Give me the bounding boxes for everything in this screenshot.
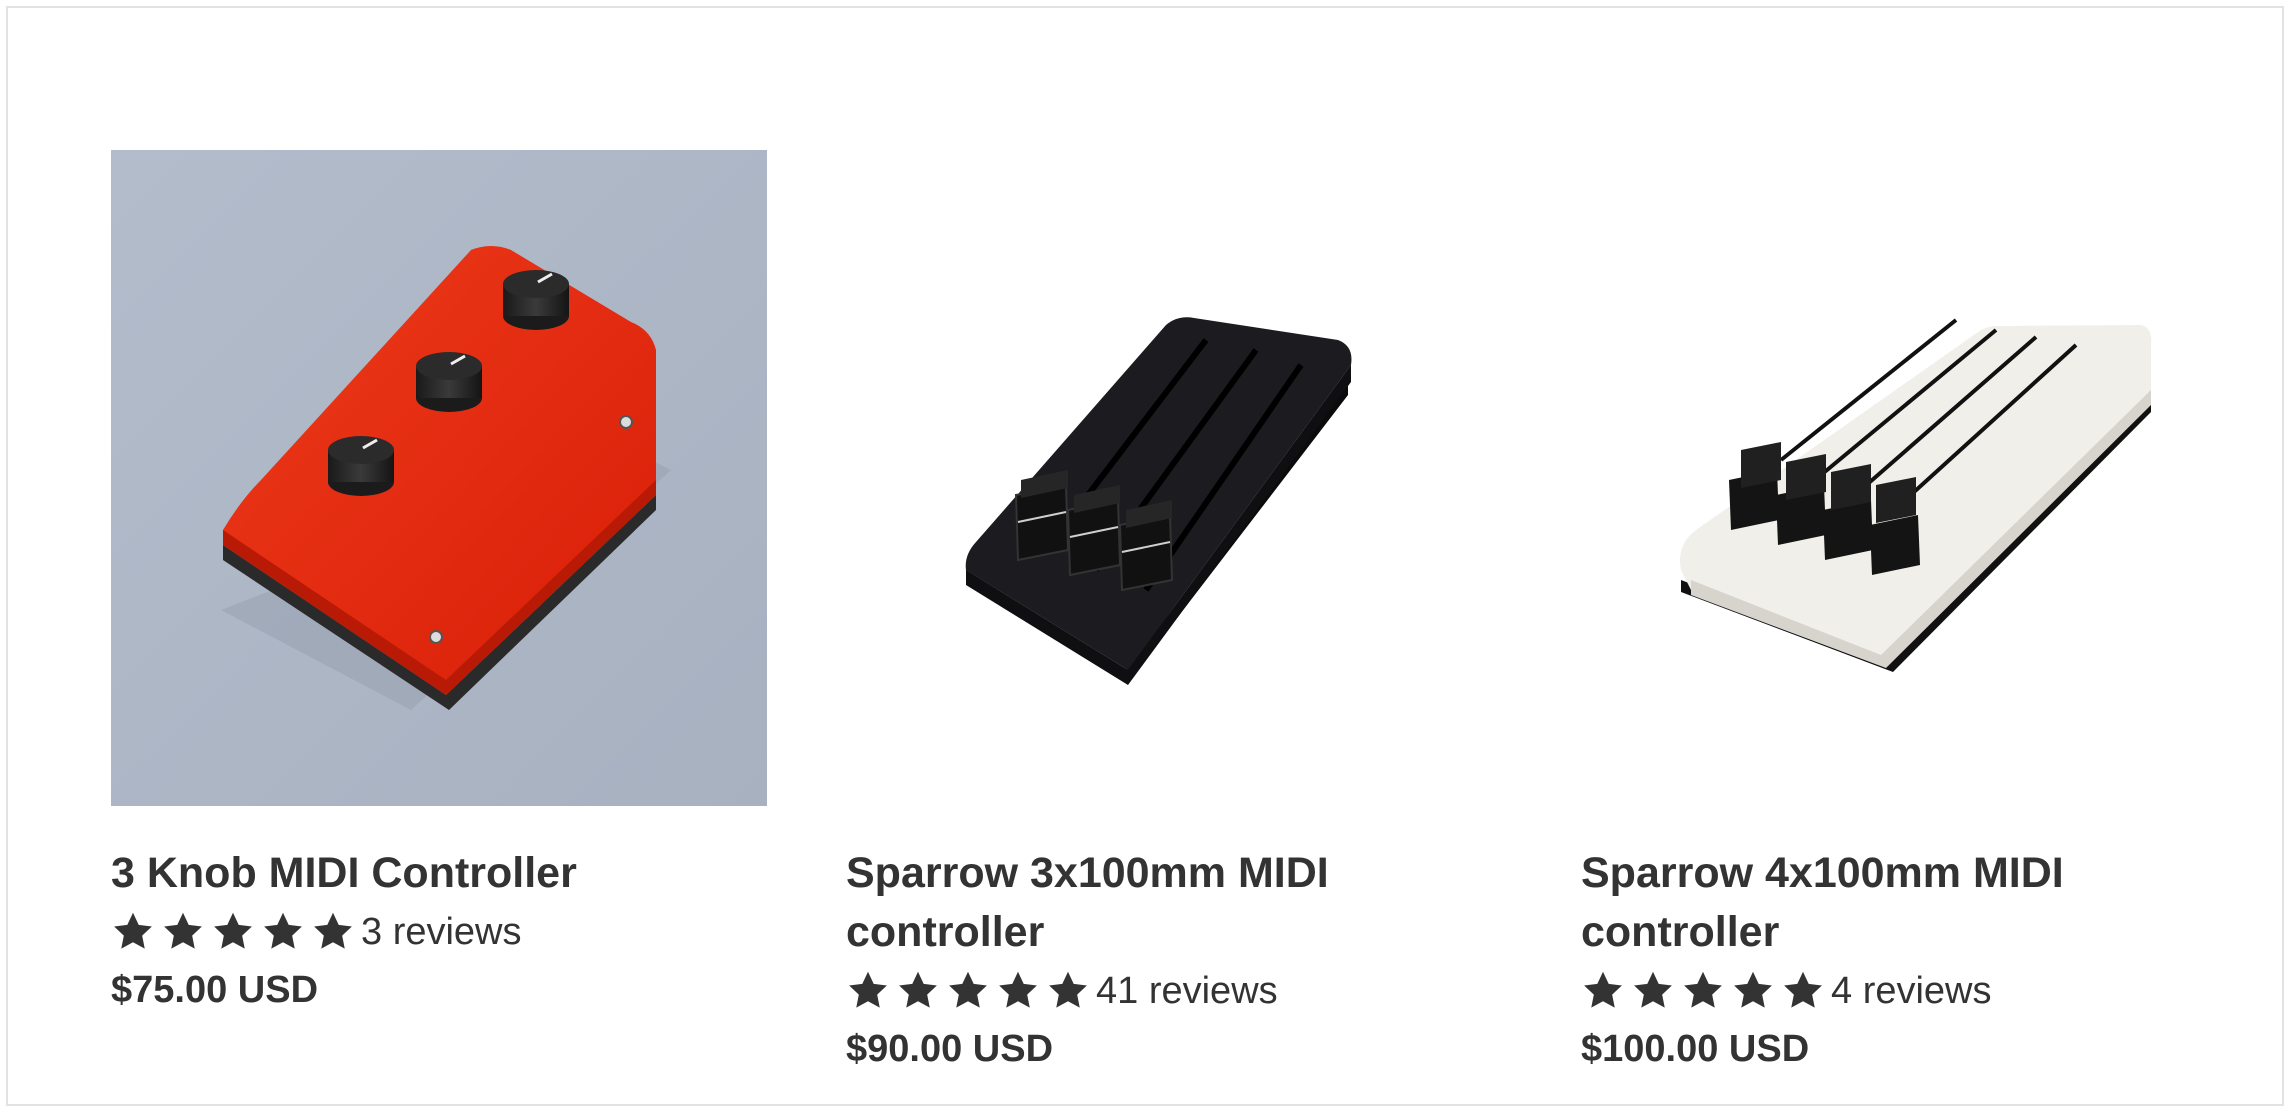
product-card[interactable]: Sparrow 3x100mm MIDI controller 41 revie… <box>846 150 1506 1078</box>
product-card[interactable]: 3 Knob MIDI Controller 3 reviews $75.00 … <box>111 150 771 1019</box>
product-image-link[interactable] <box>1581 150 2237 806</box>
reviews-count: 41 reviews <box>1096 969 1278 1012</box>
reviews-count: 4 reviews <box>1831 969 1992 1012</box>
product-rating: 3 reviews <box>111 903 771 961</box>
product-price: $75.00 USD <box>111 969 319 1011</box>
star-icon <box>1581 969 1625 1013</box>
star-icon <box>1046 969 1090 1013</box>
product-image-link[interactable] <box>111 150 767 806</box>
star-icon <box>161 910 205 954</box>
star-icon <box>1781 969 1825 1013</box>
star-icon <box>211 910 255 954</box>
star-icon <box>1681 969 1725 1013</box>
star-icon <box>1631 969 1675 1013</box>
product-title[interactable]: Sparrow 3x100mm MIDI controller <box>846 844 1486 962</box>
star-rating <box>846 969 1090 1013</box>
star-icon <box>896 969 940 1013</box>
white-fader-controller-image <box>1581 150 2237 806</box>
star-rating <box>1581 969 1825 1013</box>
reviews-count: 3 reviews <box>361 910 522 953</box>
product-price: $90.00 USD <box>846 1028 1054 1070</box>
star-rating <box>111 910 355 954</box>
product-title[interactable]: 3 Knob MIDI Controller <box>111 844 751 903</box>
product-grid-frame: 3 Knob MIDI Controller 3 reviews $75.00 … <box>6 6 2284 1106</box>
star-icon <box>996 969 1040 1013</box>
star-icon <box>311 910 355 954</box>
black-fader-controller-image <box>846 150 1502 806</box>
star-icon <box>261 910 305 954</box>
product-price: $100.00 USD <box>1581 1028 1810 1070</box>
star-icon <box>846 969 890 1013</box>
star-icon <box>946 969 990 1013</box>
product-title[interactable]: Sparrow 4x100mm MIDI controller <box>1581 844 2221 962</box>
product-rating: 4 reviews <box>1581 962 2241 1020</box>
product-card[interactable]: Sparrow 4x100mm MIDI controller 4 review… <box>1581 150 2241 1078</box>
star-icon <box>1731 969 1775 1013</box>
product-rating: 41 reviews <box>846 962 1506 1020</box>
star-icon <box>111 910 155 954</box>
red-knob-controller-image <box>111 150 767 806</box>
product-image-link[interactable] <box>846 150 1502 806</box>
product-grid: 3 Knob MIDI Controller 3 reviews $75.00 … <box>8 8 2282 1104</box>
